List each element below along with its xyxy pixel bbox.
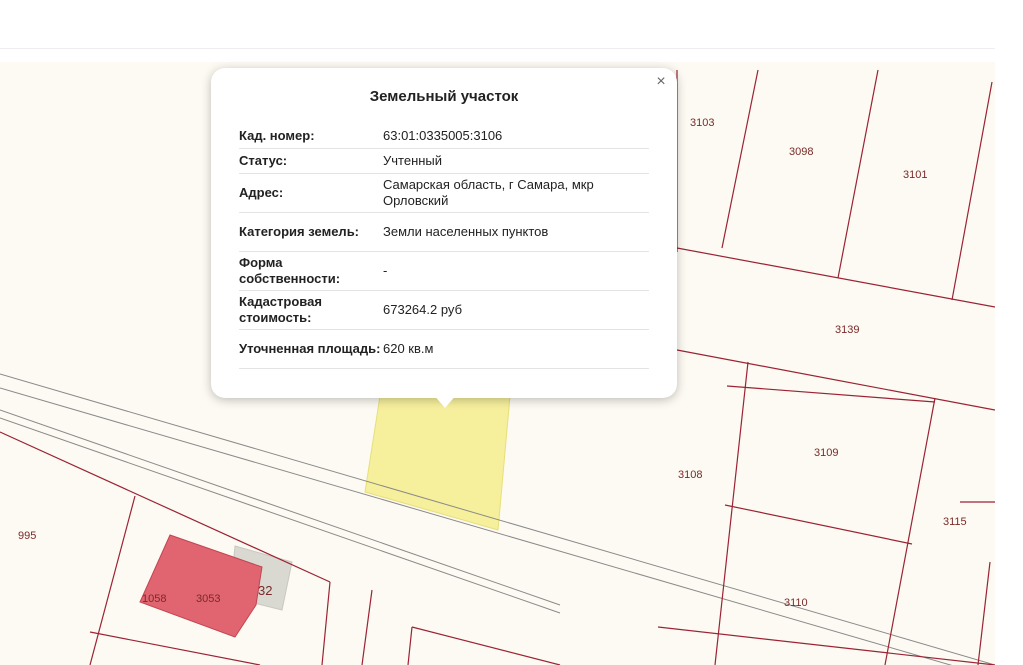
popup-pointer [433,394,457,408]
attr-value: Самарская область, г Самара, мкр Орловск… [383,173,649,213]
attr-label: Адрес: [239,173,383,213]
attr-value: 63:01:0335005:3106 [383,124,649,149]
close-icon[interactable]: × [653,74,669,90]
parcel-info-popup: Земельный участок × Кад. номер: 63:01:03… [211,68,677,408]
attr-value: - [383,251,649,291]
attr-label: Статус: [239,148,383,174]
parcel-label: 1058 [142,593,166,605]
top-divider [0,48,995,49]
parcel-label: 3108 [678,469,702,481]
table-row: Категория земель: Земли населенных пункт… [239,212,649,252]
table-row: Кад. номер: 63:01:0335005:3106 [239,124,649,149]
attr-label: Категория земель: [239,212,383,252]
table-row: Форма собственности: - [239,251,649,291]
parcel-label: 3115 [943,516,967,528]
parcel-label: 995 [18,530,36,542]
parcel-label: 3098 [789,146,813,158]
attr-value: 673264.2 руб [383,290,649,330]
parcel-label: 3103 [690,117,714,129]
table-row: Статус: Учтенный [239,148,649,174]
attr-label: Уточненная площадь: [239,329,383,369]
parcel-label: 32 [258,583,272,598]
attr-label: Кад. номер: [239,124,383,149]
selected-parcel[interactable] [364,395,511,531]
attr-value: 620 кв.м [383,329,649,369]
parcel-label: 3109 [814,447,838,459]
table-row: Уточненная площадь: 620 кв.м [239,329,649,369]
attr-label: Кадастровая стоимость: [239,290,383,330]
parcel-label: 3110 [784,597,808,609]
attr-value: Учтенный [383,148,649,174]
attr-value: Земли населенных пунктов [383,212,649,252]
popup-title: Земельный участок [369,88,519,105]
table-row: Кадастровая стоимость: 673264.2 руб [239,290,649,330]
parcel-label: 3053 [196,593,220,605]
parcel-label: 3101 [903,169,927,181]
attr-label: Форма собственности: [239,251,383,291]
table-row: Адрес: Самарская область, г Самара, мкр … [239,173,649,213]
attributes-table: Кад. номер: 63:01:0335005:3106 Статус: У… [239,124,649,369]
parcel-label: 3139 [835,324,859,336]
